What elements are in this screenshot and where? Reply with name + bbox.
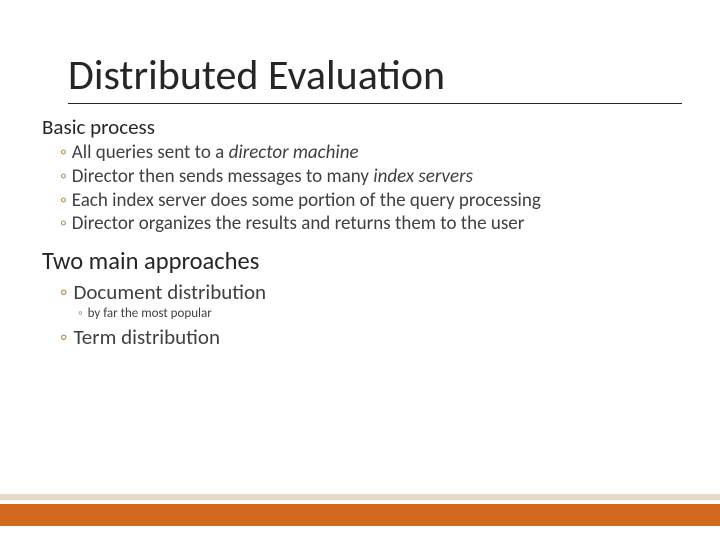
bullet-icon: ◦: [78, 306, 83, 323]
slide: Distributed Evaluation Basic process ◦ A…: [0, 0, 720, 540]
list-item-text: Document distribution: [73, 278, 266, 306]
list-item-text: Director then sends messages to many ind…: [72, 165, 473, 189]
section-heading: Basic process: [42, 114, 682, 140]
bullet-icon: ◦: [60, 141, 67, 165]
bullet-icon: ◦: [60, 278, 67, 306]
list-item: ◦ All queries sent to a director machine: [60, 141, 682, 165]
list-item: ◦ by far the most popular: [78, 306, 682, 323]
list-item-text: Each index server does some portion of t…: [72, 189, 541, 213]
list-item: ◦ Each index server does some portion of…: [60, 189, 682, 213]
slide-body: Basic process ◦ All queries sent to a di…: [42, 114, 682, 352]
bullet-icon: ◦: [60, 323, 67, 351]
list-item: ◦ Director then sends messages to many i…: [60, 165, 682, 189]
footer-bar: [0, 504, 720, 526]
list-item-text: All queries sent to a director machine: [72, 141, 359, 165]
bullet-icon: ◦: [60, 165, 67, 189]
list-item: ◦ Director organizes the results and ret…: [60, 212, 682, 236]
list-item: ◦ Document distribution: [60, 278, 682, 306]
text-run: All queries sent to a: [72, 141, 229, 164]
list-item-text: by far the most popular: [88, 306, 212, 323]
list-item: ◦ Term distribution: [60, 323, 682, 351]
list-item-text: Director organizes the results and retur…: [72, 212, 525, 236]
text-emph: index servers: [373, 165, 473, 188]
text-run: Director then sends messages to many: [72, 165, 374, 188]
bullet-icon: ◦: [60, 212, 67, 236]
section-heading: Two main approaches: [42, 246, 682, 276]
list-item-text: Term distribution: [73, 323, 220, 351]
bullet-icon: ◦: [60, 189, 67, 213]
slide-title: Distributed Evaluation: [68, 50, 682, 104]
text-emph: director machine: [229, 141, 359, 164]
